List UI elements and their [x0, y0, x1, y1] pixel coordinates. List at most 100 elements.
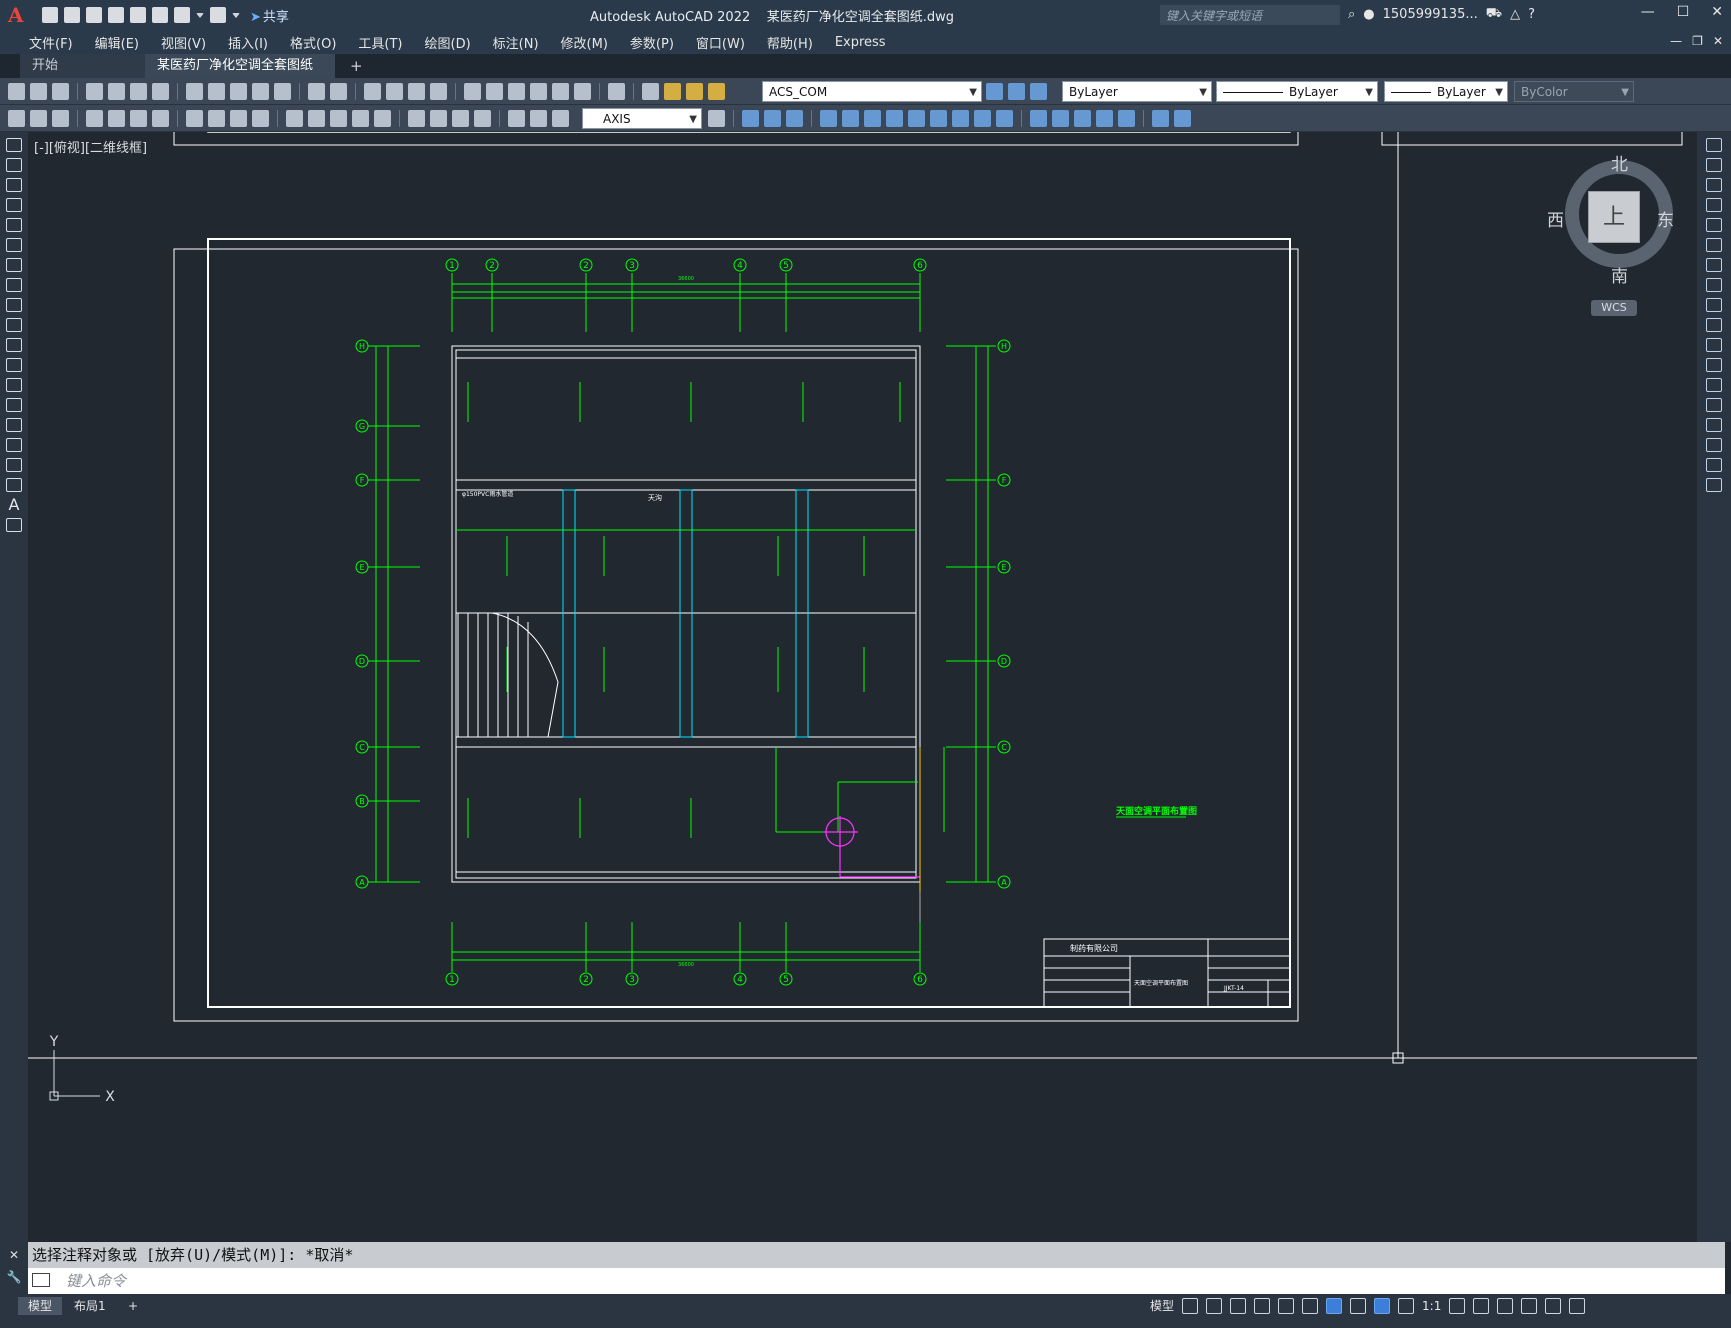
redo-icon[interactable] [210, 7, 226, 23]
cut-icon[interactable] [186, 83, 203, 100]
view-back-icon[interactable] [764, 110, 781, 127]
ortho-icon[interactable] [1230, 1297, 1247, 1314]
design-center-icon[interactable] [486, 83, 503, 100]
dim-override-icon[interactable] [52, 110, 69, 127]
mirror-icon[interactable] [1706, 178, 1722, 192]
layer-previous-icon[interactable] [1008, 83, 1025, 100]
layer-on-icon[interactable] [664, 83, 681, 100]
tolerance-icon[interactable] [408, 110, 425, 127]
rectangle-icon[interactable] [6, 218, 22, 232]
menu-file[interactable]: 文件(F) [18, 33, 84, 52]
menu-draw[interactable]: 绘图(D) [414, 33, 482, 52]
visual-style-conceptual-icon[interactable] [1118, 110, 1135, 127]
lineweight-icon[interactable] [1350, 1297, 1367, 1314]
visual-style-realistic-icon[interactable] [1096, 110, 1113, 127]
compass-south[interactable]: 南 [1611, 262, 1628, 287]
3d-dwf-icon[interactable] [152, 83, 169, 100]
dim-update-icon[interactable] [8, 110, 25, 127]
offset-icon[interactable] [1706, 198, 1722, 212]
layer-freeze-icon[interactable] [686, 83, 703, 100]
ucs-icon[interactable] [820, 110, 837, 127]
hatch-icon[interactable] [6, 418, 22, 432]
save-as-icon[interactable] [108, 7, 124, 23]
open-web-icon[interactable] [130, 7, 146, 23]
arc-icon[interactable] [6, 238, 22, 252]
zoom-realtime-icon[interactable] [386, 83, 403, 100]
dim-style-icon[interactable] [30, 110, 47, 127]
close-command-icon[interactable]: ✕ [0, 1248, 28, 1262]
block-editor-icon[interactable] [274, 83, 291, 100]
auto-scale-icon[interactable] [1398, 1297, 1415, 1314]
menu-parametric[interactable]: 参数(P) [619, 33, 685, 52]
paste-icon[interactable] [230, 83, 247, 100]
object-snap-tracking-icon[interactable] [1302, 1297, 1319, 1314]
ucs-world-icon[interactable] [842, 110, 859, 127]
navigation-cube[interactable]: 上 北 南 东 西 WCS [1545, 150, 1675, 316]
tool-palettes-icon[interactable] [508, 83, 525, 100]
polygon-icon[interactable] [6, 198, 22, 212]
visual-style-2d-icon[interactable] [1030, 110, 1047, 127]
circle-icon[interactable] [6, 258, 22, 272]
add-layout-icon[interactable]: + [118, 1297, 148, 1315]
dim-style-manager-icon[interactable] [708, 110, 725, 127]
make-block-icon[interactable] [6, 378, 22, 392]
point-icon[interactable] [6, 398, 22, 412]
ucs-view-icon[interactable] [930, 110, 947, 127]
textstyle-combo[interactable]: AXIS ▼ [582, 108, 702, 129]
annotation-visibility-icon[interactable] [1374, 1297, 1391, 1314]
diameter-dim-icon[interactable] [230, 110, 247, 127]
dim-edit-icon[interactable] [508, 110, 525, 127]
table-icon[interactable] [6, 478, 22, 492]
dim-break-icon[interactable] [374, 110, 391, 127]
user-name[interactable]: 1505999135... [1383, 7, 1478, 22]
menu-format[interactable]: 格式(O) [279, 33, 347, 52]
sheet-set-icon[interactable] [530, 83, 547, 100]
menu-tools[interactable]: 工具(T) [347, 33, 413, 52]
help-tool-icon[interactable] [608, 83, 625, 100]
lineweight-combo[interactable]: ByLayer ▼ [1384, 81, 1508, 102]
model-space-label[interactable]: 模型 [1150, 1297, 1174, 1314]
orbit-icon[interactable] [1152, 110, 1169, 127]
chamfer-icon[interactable] [1706, 418, 1722, 432]
jogged-linear-icon[interactable] [474, 110, 491, 127]
menu-window[interactable]: 窗口(W) [685, 33, 756, 52]
blend-curves-icon[interactable] [1706, 458, 1722, 472]
clean-screen-icon[interactable] [1545, 1297, 1562, 1314]
center-mark-icon[interactable] [430, 110, 447, 127]
plot-preview-icon[interactable] [108, 83, 125, 100]
inspect-icon[interactable] [452, 110, 469, 127]
grid-icon[interactable] [1182, 1297, 1199, 1314]
zoom-previous-icon[interactable] [430, 83, 447, 100]
user-icon[interactable]: ● [1363, 7, 1374, 22]
baseline-dim-icon[interactable] [308, 110, 325, 127]
ucs-3point-icon[interactable] [996, 110, 1013, 127]
array-icon[interactable] [1706, 218, 1722, 232]
plotstyle-combo[interactable]: ByColor ▼ [1514, 81, 1634, 102]
copy-icon[interactable] [208, 83, 225, 100]
doc-minimize-icon[interactable]: — [1670, 34, 1682, 48]
undo-tool-icon[interactable] [308, 83, 325, 100]
tab-model[interactable]: 模型 [18, 1297, 63, 1315]
line-icon[interactable] [6, 138, 22, 152]
compass-north[interactable]: 北 [1611, 150, 1628, 175]
workspace-gear-icon[interactable] [1449, 1297, 1466, 1314]
view-front-icon[interactable] [742, 110, 759, 127]
pan-icon[interactable] [364, 83, 381, 100]
autocad-logo-icon[interactable]: A [8, 4, 30, 26]
add-selected-icon[interactable] [6, 518, 22, 532]
close-icon[interactable]: ✕ [1711, 4, 1723, 20]
isolate-objects-icon[interactable] [1497, 1297, 1514, 1314]
doc-close-icon[interactable]: ✕ [1713, 34, 1723, 48]
layer-lock-icon[interactable] [708, 83, 725, 100]
recent-commands-icon[interactable] [32, 1273, 50, 1287]
rotate-icon[interactable] [1706, 258, 1722, 272]
color-combo[interactable]: ByLayer ▼ [1062, 81, 1212, 102]
tab-drawing[interactable]: 某医药厂净化空调全套图纸*✕ [145, 54, 335, 97]
break-at-point-icon[interactable] [1706, 358, 1722, 372]
polar-icon[interactable] [1254, 1297, 1271, 1314]
scale-icon[interactable] [1706, 278, 1722, 292]
menu-dimension[interactable]: 标注(N) [482, 33, 550, 52]
customize-dropdown-icon[interactable] [232, 13, 240, 21]
move-icon[interactable] [1706, 238, 1722, 252]
polyline-icon[interactable] [6, 178, 22, 192]
